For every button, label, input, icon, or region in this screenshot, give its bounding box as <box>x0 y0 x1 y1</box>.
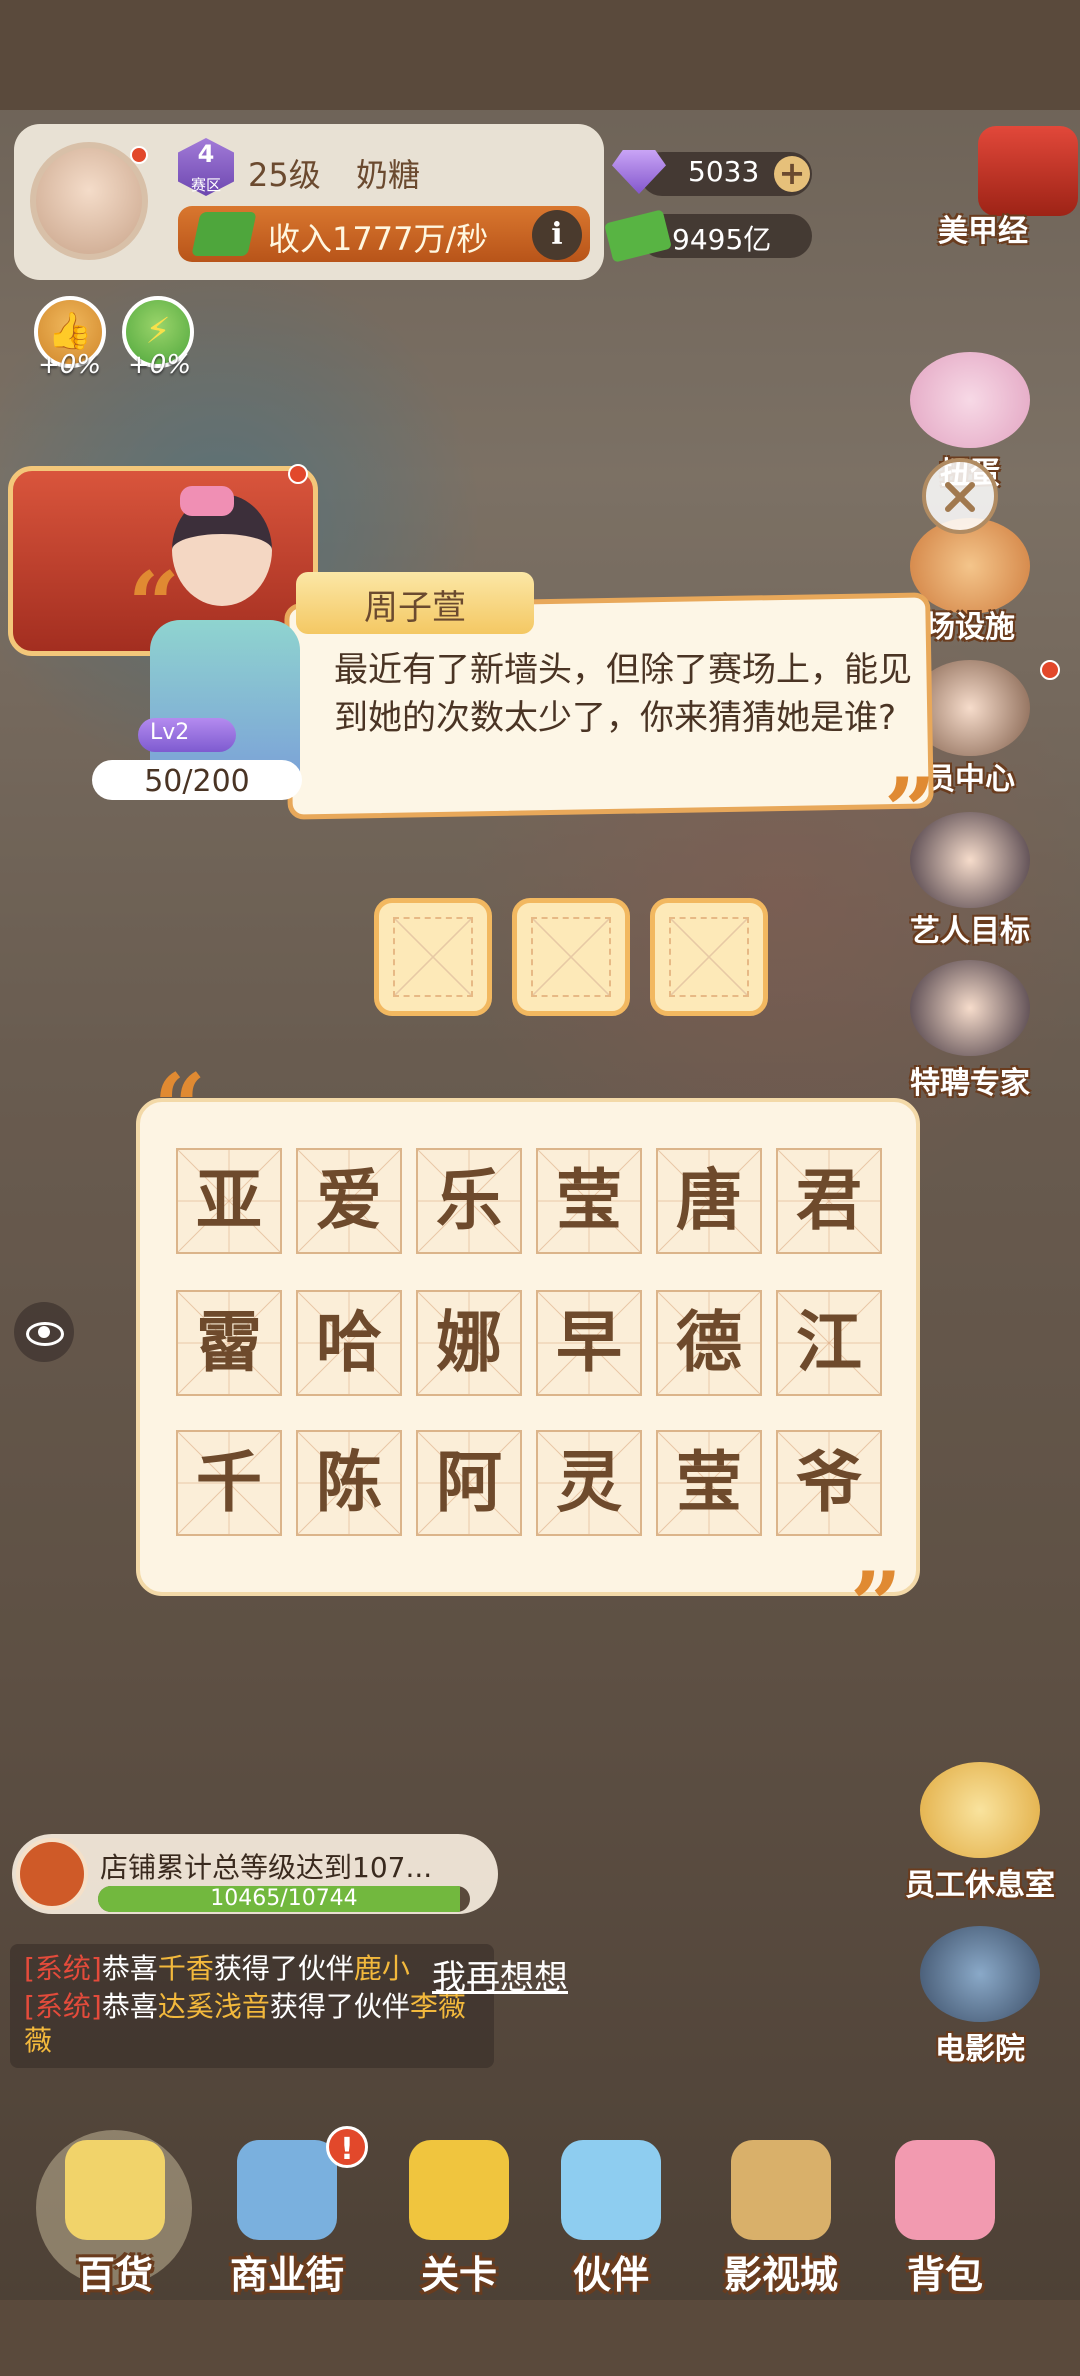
close-quote-icon: ” <box>884 758 936 864</box>
rethink-button[interactable]: 我再想想 <box>432 1950 568 1999</box>
alert-badge: ! <box>326 2126 368 2168</box>
nav-item-backpack[interactable]: 背包 <box>870 2140 1020 2300</box>
income-text: 收入1777万/秒 <box>268 220 489 258</box>
nav-item-levels[interactable]: 关卡 <box>384 2140 534 2300</box>
rank-number: 4 <box>197 140 215 168</box>
sofa-icon[interactable] <box>920 1762 1040 1858</box>
film-reel-icon[interactable] <box>920 1926 1040 2022</box>
answer-slot[interactable] <box>512 898 630 1016</box>
char-tile[interactable]: 陈 <box>296 1430 402 1536</box>
buildings-icon <box>237 2140 337 2240</box>
chat-line: [系统]恭喜千香获得了伙伴鹿小 <box>24 1952 410 1985</box>
bag-icon <box>895 2140 995 2240</box>
char-tile[interactable]: 亚 <box>176 1148 282 1254</box>
boost-value: +0% <box>38 350 102 380</box>
chat-line: [系统]恭喜达奚浅音获得了伙伴李薇薇 <box>24 1990 466 2057</box>
nav-label: 影视城 <box>723 2253 838 2297</box>
expert-icon[interactable] <box>910 960 1030 1056</box>
nav-label: 背包 <box>906 2253 983 2297</box>
nav-item-partners[interactable]: 伙伴 <box>536 2140 686 2300</box>
boost-value: +0% <box>128 350 192 380</box>
avatar[interactable] <box>30 142 148 260</box>
char-tile[interactable]: 乐 <box>416 1148 522 1254</box>
add-gems-button[interactable]: + <box>774 156 810 192</box>
char-tile[interactable]: 灵 <box>536 1430 642 1536</box>
truck-icon <box>409 2140 509 2240</box>
side-menu-label: 艺人目标 <box>910 914 1030 949</box>
dialog-text: 最近有了新墙头，但除了赛场上，能见到她的次数太少了，你来猜猜她是谁? <box>334 650 912 738</box>
film-camera-icon <box>731 2140 831 2240</box>
char-tile[interactable]: 江 <box>776 1290 882 1396</box>
close-quote-icon: ” <box>850 1552 902 1658</box>
char-tile[interactable]: 阿 <box>416 1430 522 1536</box>
speaker-name: 周子萱 <box>364 588 466 628</box>
bottom-frame <box>0 2300 1080 2376</box>
char-tile[interactable]: 霤 <box>176 1290 282 1396</box>
nav-label: 百货 <box>76 2253 153 2297</box>
char-tile[interactable]: 哈 <box>296 1290 402 1396</box>
npc-level: Lv2 <box>150 720 190 745</box>
char-tile[interactable]: 早 <box>536 1290 642 1396</box>
char-tile[interactable]: 唐 <box>656 1148 762 1254</box>
nav-label: 商业街 <box>229 2253 344 2297</box>
char-tile[interactable]: 莹 <box>656 1430 762 1536</box>
side-menu-label: 电影院 <box>935 2032 1025 2067</box>
side-menu-label: 特聘专家 <box>910 1066 1030 1101</box>
char-tile[interactable]: 德 <box>656 1290 762 1396</box>
npc-bow <box>180 486 234 516</box>
char-tile[interactable]: 莹 <box>536 1148 642 1254</box>
nav-label: 伙伴 <box>572 2253 649 2297</box>
department-store-icon <box>65 2140 165 2240</box>
chef-icon <box>561 2140 661 2240</box>
task-text: 店铺累计总等级达到107... <box>100 1851 433 1884</box>
char-tile[interactable]: 娜 <box>416 1290 522 1396</box>
player-name: 奶糖 <box>356 156 421 194</box>
notification-dot <box>130 146 148 164</box>
side-menu-label: 美甲经 <box>938 214 1028 249</box>
close-button[interactable] <box>922 458 998 534</box>
nav-item-film-city[interactable]: 影视城 <box>706 2140 856 2300</box>
nav-label: 关卡 <box>420 2253 497 2297</box>
task-icon <box>16 1838 88 1910</box>
lightning-cash-icon <box>191 212 257 256</box>
answer-slot[interactable] <box>374 898 492 1016</box>
char-tile[interactable]: 爱 <box>296 1148 402 1254</box>
eye-icon[interactable] <box>14 1302 74 1362</box>
notification-dot <box>1040 660 1060 680</box>
char-tile[interactable]: 千 <box>176 1430 282 1536</box>
info-icon[interactable]: i <box>532 210 582 260</box>
char-tile[interactable]: 君 <box>776 1148 882 1254</box>
player-level: 25级 <box>248 156 321 194</box>
affinity-progress-text: 50/200 <box>144 764 250 799</box>
gem-value: 5033 <box>688 155 760 188</box>
nav-item-department-store[interactable]: 百货 <box>40 2140 190 2300</box>
nail-polish-icon[interactable] <box>978 126 1078 216</box>
rank-label: 赛区 <box>190 176 221 194</box>
top-frame <box>0 0 1080 110</box>
open-quote-icon: “ <box>154 1054 206 1160</box>
answer-slot[interactable] <box>650 898 768 1016</box>
notification-dot <box>288 464 308 484</box>
side-menu-label: 员工休息室 <box>905 1868 1055 1903</box>
gashapon-icon[interactable] <box>910 352 1030 448</box>
cash-value: 9495亿 <box>672 223 772 256</box>
task-progress-text: 10465/10744 <box>210 1886 358 1911</box>
open-quote-icon: “ <box>128 552 180 658</box>
char-tile[interactable]: 爷 <box>776 1430 882 1536</box>
